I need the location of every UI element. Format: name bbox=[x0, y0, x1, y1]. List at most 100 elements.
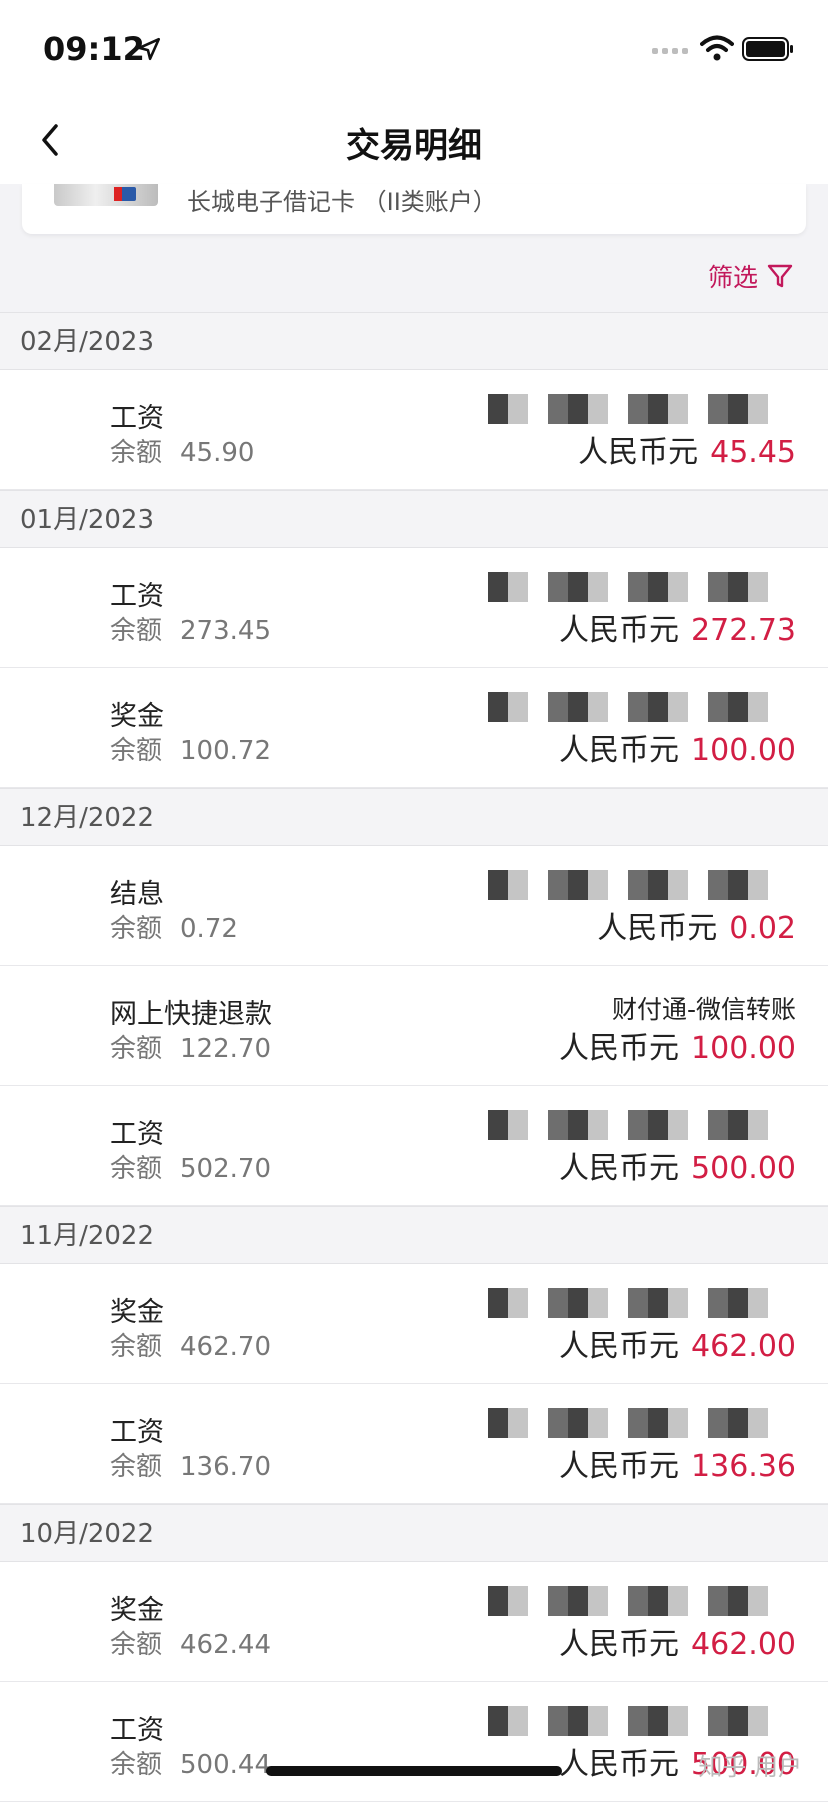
amount-value: 462.00 bbox=[691, 1627, 796, 1662]
status-bar: 09:12 bbox=[0, 0, 828, 100]
redacted-counterparty bbox=[488, 1706, 788, 1736]
redacted-counterparty bbox=[488, 1288, 788, 1318]
transaction-type: 工资 bbox=[110, 1119, 164, 1150]
amount: 人民币元 100.00 bbox=[559, 725, 796, 769]
redacted-counterparty bbox=[488, 1110, 788, 1140]
amount: 人民币元 0.02 bbox=[597, 903, 796, 947]
status-time: 09:12 bbox=[43, 30, 145, 68]
wifi-icon bbox=[700, 35, 734, 61]
month-header: 10月/2022 bbox=[0, 1504, 828, 1562]
transaction-row[interactable]: 网上快捷退款 余额 122.70 财付通-微信转账人民币元 100.00 bbox=[0, 966, 828, 1086]
counterparty: 财付通-微信转账 bbox=[611, 995, 796, 1024]
balance-label: 余额 bbox=[110, 1750, 163, 1780]
currency-label: 人民币元 bbox=[559, 1031, 680, 1066]
transaction-row[interactable]: 奖金余额 100.72 人民币元 100.00 bbox=[0, 668, 828, 788]
bank-card-icon bbox=[54, 184, 158, 206]
currency-label: 人民币元 bbox=[559, 1449, 680, 1484]
currency-label: 人民币元 bbox=[559, 1627, 680, 1662]
amount-value: 272.73 bbox=[691, 613, 796, 648]
transaction-row[interactable]: 奖金余额 462.44 人民币元 462.00 bbox=[0, 1562, 828, 1682]
amount-value: 136.36 bbox=[691, 1449, 796, 1484]
balance: 余额 502.70 bbox=[110, 1148, 271, 1185]
redacted-counterparty bbox=[488, 572, 788, 602]
currency-label: 人民币元 bbox=[559, 733, 680, 768]
balance-value: 100.72 bbox=[180, 736, 271, 766]
amount: 人民币元 462.00 bbox=[559, 1321, 796, 1365]
amount: 人民币元 462.00 bbox=[559, 1619, 796, 1663]
currency-label: 人民币元 bbox=[578, 435, 699, 470]
balance: 余额 122.70 bbox=[110, 1028, 271, 1065]
balance-value: 462.70 bbox=[180, 1332, 271, 1362]
redacted-counterparty bbox=[488, 1408, 788, 1438]
amount-value: 500.00 bbox=[691, 1151, 796, 1186]
transaction-type: 奖金 bbox=[110, 701, 164, 732]
account-name: 长城电子借记卡 （II类账户） bbox=[187, 188, 497, 216]
balance-label: 余额 bbox=[110, 1452, 163, 1482]
redacted-counterparty bbox=[488, 394, 788, 424]
balance: 余额 100.72 bbox=[110, 730, 271, 767]
month-header: 02月/2023 bbox=[0, 312, 828, 370]
balance-value: 502.70 bbox=[180, 1154, 271, 1184]
page-title: 交易明细 bbox=[346, 126, 482, 166]
transaction-row[interactable]: 工资 余额 45.90 人民币元 45.45 bbox=[0, 370, 828, 490]
location-arrow-icon bbox=[137, 37, 161, 61]
redacted-counterparty bbox=[488, 870, 788, 900]
balance-label: 余额 bbox=[110, 1630, 163, 1660]
amount-value: 0.02 bbox=[729, 911, 796, 946]
transaction-row[interactable]: 工资余额 273.45 人民币元 272.73 bbox=[0, 548, 828, 668]
balance-label: 余额 bbox=[110, 736, 163, 766]
currency-label: 人民币元 bbox=[559, 1747, 680, 1782]
currency-label: 人民币元 bbox=[559, 613, 680, 648]
transaction-row[interactable]: 工资余额 502.70 人民币元 500.00 bbox=[0, 1086, 828, 1206]
balance-value: 45.90 bbox=[180, 438, 255, 468]
balance: 余额 273.45 bbox=[110, 610, 271, 647]
balance-value: 0.72 bbox=[180, 914, 238, 944]
currency-label: 人民币元 bbox=[559, 1151, 680, 1186]
transaction-type: 工资 bbox=[110, 581, 164, 612]
balance-label: 余额 bbox=[110, 914, 163, 944]
transaction-row[interactable]: 工资余额 136.70 人民币元 136.36 bbox=[0, 1384, 828, 1504]
balance-value: 273.45 bbox=[180, 616, 271, 646]
balance: 余额 462.44 bbox=[110, 1624, 271, 1661]
transaction-type: 结息 bbox=[110, 879, 164, 910]
balance: 余额 0.72 bbox=[110, 908, 238, 945]
home-indicator[interactable] bbox=[266, 1766, 562, 1776]
signal-icon bbox=[652, 48, 688, 54]
transaction-row[interactable]: 奖金余额 462.70 人民币元 462.00 bbox=[0, 1264, 828, 1384]
transaction-list: 02月/2023 工资 余额 45.90 人民币元 45.45 01月/2023 工资 余额 27… bbox=[0, 312, 828, 1802]
balance-label: 余额 bbox=[110, 616, 163, 646]
currency-label: 人民币元 bbox=[559, 1329, 680, 1364]
transaction-type: 奖金 bbox=[110, 1595, 164, 1626]
balance-label: 余额 bbox=[110, 1332, 163, 1362]
transaction-row[interactable]: 结息余额 0.72 人民币元 0.02 bbox=[0, 846, 828, 966]
filter-label: 筛选 bbox=[707, 263, 758, 292]
month-header: 12月/2022 bbox=[0, 788, 828, 846]
transaction-type: 奖金 bbox=[110, 1297, 164, 1328]
account-card[interactable]: 长城电子借记卡 （II类账户） bbox=[22, 184, 806, 234]
watermark: 知乎 用户 bbox=[698, 1753, 802, 1781]
balance-value: 462.44 bbox=[180, 1630, 271, 1660]
balance-value: 500.44 bbox=[180, 1750, 271, 1780]
filter-button[interactable]: 筛选 bbox=[708, 258, 794, 294]
amount-value: 100.00 bbox=[691, 1031, 796, 1066]
transaction-row[interactable]: 工资 余额 500.44 人民币元 500.00 bbox=[0, 1682, 828, 1802]
balance: 余额 462.70 bbox=[110, 1326, 271, 1363]
balance-label: 余额 bbox=[110, 1154, 163, 1184]
redacted-counterparty bbox=[488, 1586, 788, 1616]
transaction-type: 工资 bbox=[110, 403, 164, 434]
transaction-type: 工资 bbox=[110, 1715, 164, 1746]
balance: 余额 45.90 bbox=[110, 432, 254, 469]
transaction-type: 网上快捷退款 bbox=[110, 999, 272, 1030]
amount: 人民币元 136.36 bbox=[559, 1441, 796, 1485]
battery-icon bbox=[742, 37, 793, 61]
month-header: 11月/2022 bbox=[0, 1206, 828, 1264]
balance-value: 136.70 bbox=[180, 1452, 271, 1482]
amount-value: 100.00 bbox=[691, 733, 796, 768]
balance-label: 余额 bbox=[110, 1034, 163, 1064]
currency-label: 人民币元 bbox=[597, 911, 718, 946]
balance-value: 122.70 bbox=[180, 1034, 271, 1064]
amount-value: 462.00 bbox=[691, 1329, 796, 1364]
transaction-type: 工资 bbox=[110, 1417, 164, 1448]
amount-value: 45.45 bbox=[710, 435, 796, 470]
balance: 余额 136.70 bbox=[110, 1446, 271, 1483]
